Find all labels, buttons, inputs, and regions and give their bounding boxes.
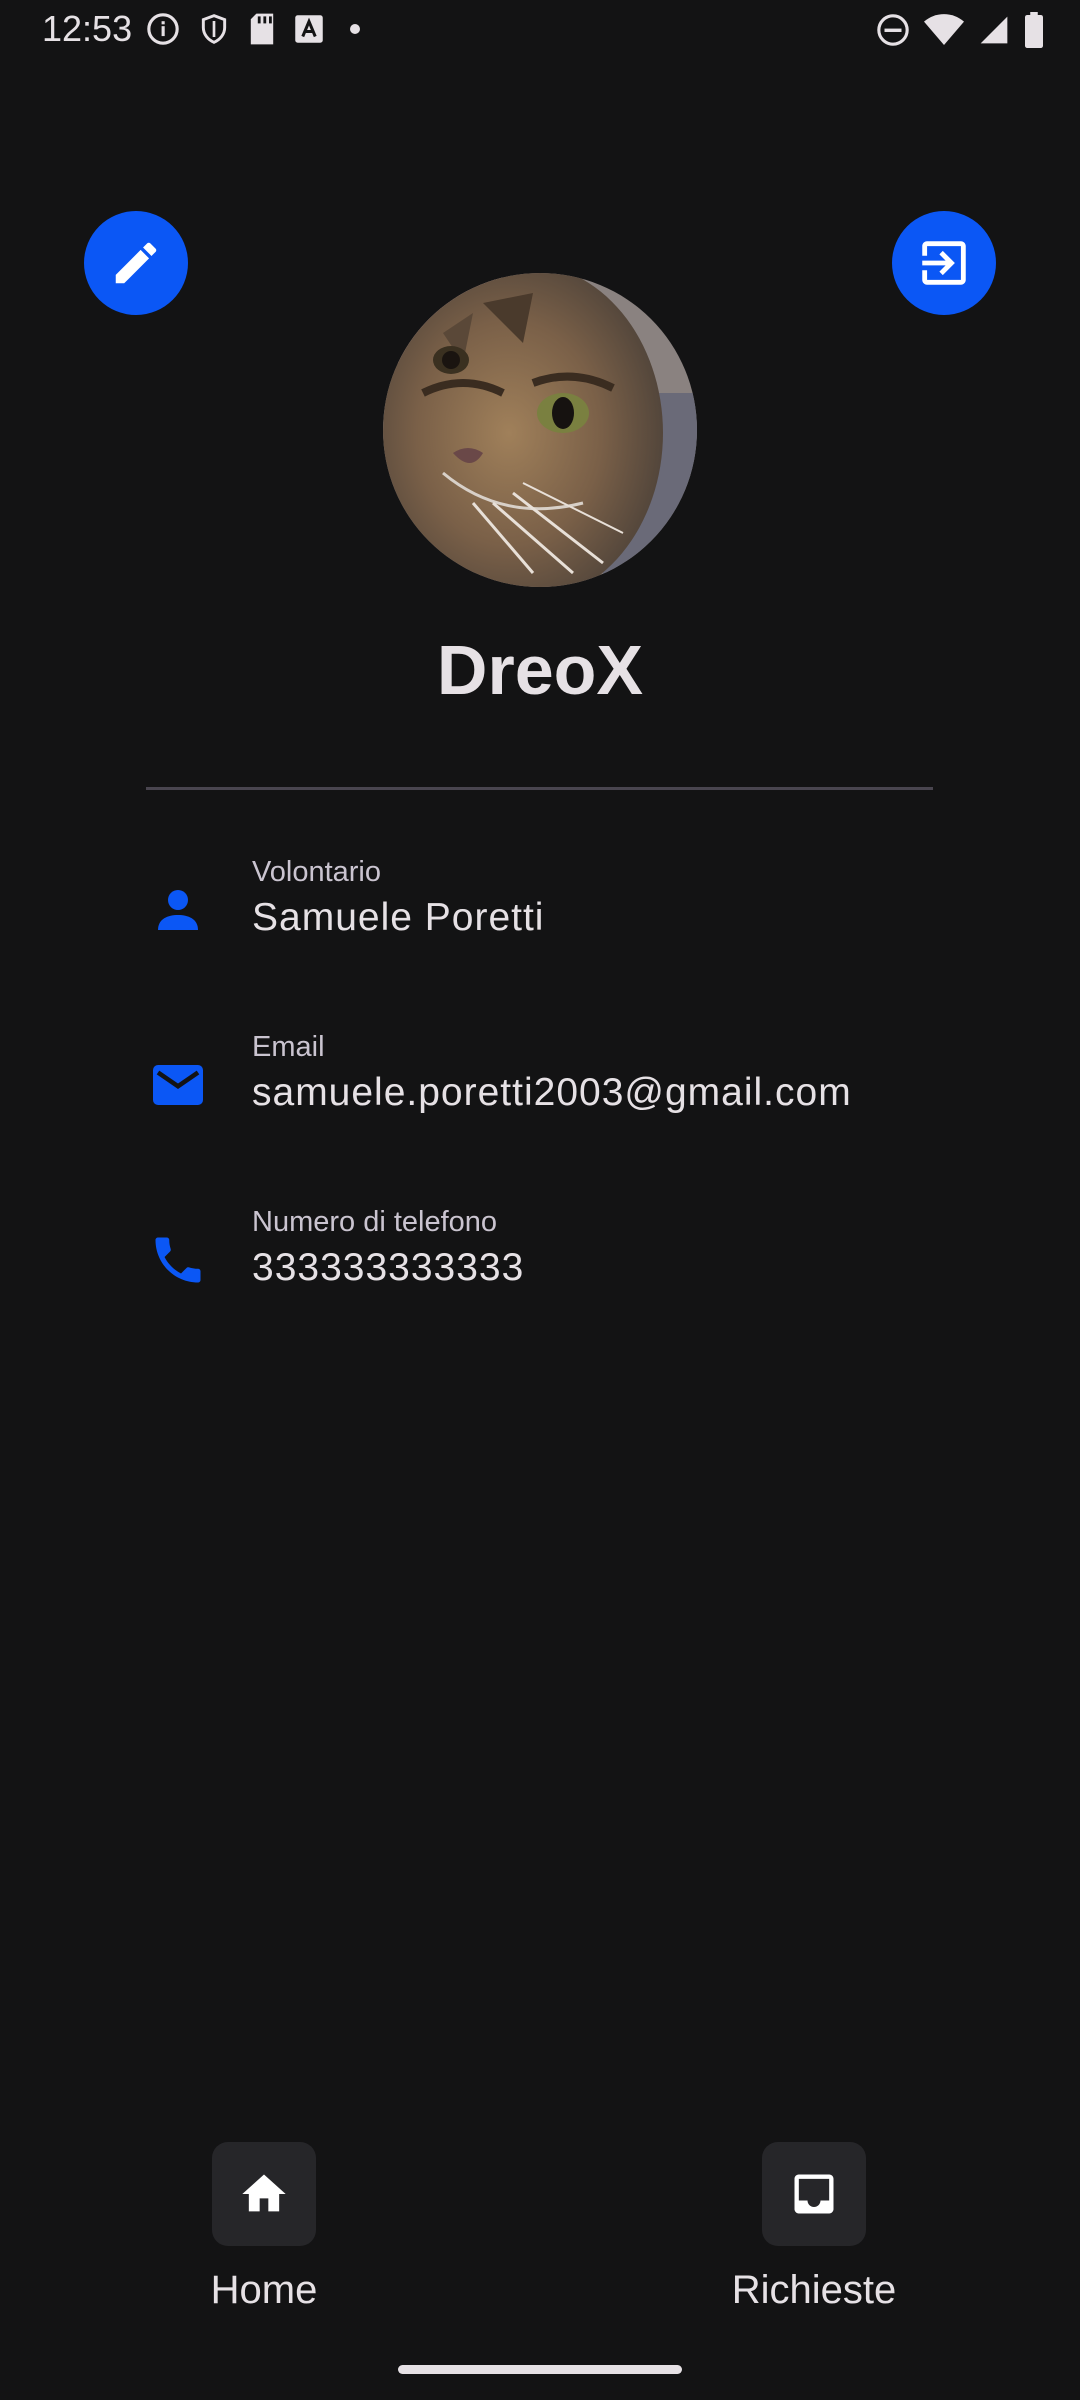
- home-icon: [242, 2174, 286, 2212]
- exit-icon: [922, 241, 966, 285]
- nav-icon-container: [212, 2142, 316, 2246]
- pencil-icon: [115, 242, 157, 284]
- nav-label: Richieste: [731, 2268, 897, 2312]
- info-value: 333333333333: [252, 1246, 525, 1289]
- info-value: Samuele Poretti: [252, 896, 545, 939]
- cell-signal-icon: [980, 16, 1008, 44]
- profile-username: DreoX: [436, 631, 644, 709]
- status-time: 12:53: [42, 8, 133, 49]
- info-row-email: Email samuele.poretti2003@gmail.com: [0, 1031, 1080, 1161]
- cat-photo: [383, 273, 697, 587]
- logout-button[interactable]: [892, 211, 996, 315]
- divider: [146, 787, 933, 790]
- gesture-bar[interactable]: [398, 2365, 682, 2374]
- font-icon: [295, 15, 323, 43]
- nav-item-home[interactable]: Home: [139, 2142, 389, 2313]
- inbox-icon: [794, 2174, 834, 2214]
- info-label: Email: [252, 1031, 325, 1063]
- info-label: Numero di telefono: [252, 1206, 498, 1238]
- nav-label: Home: [210, 2268, 318, 2312]
- nav-item-richieste[interactable]: Richieste: [689, 2142, 939, 2313]
- edit-profile-button[interactable]: [84, 211, 188, 315]
- sd-card-icon: [250, 13, 274, 45]
- nav-icon-container: [762, 2142, 866, 2246]
- status-bar: 12:53: [0, 0, 1080, 62]
- phone-icon: [155, 1237, 201, 1283]
- battery-icon: [1025, 12, 1043, 48]
- info-row-volunteer: Volontario Samuele Poretti: [0, 856, 1080, 986]
- status-icons-left: [146, 12, 360, 46]
- person-icon: [158, 890, 198, 930]
- mail-icon: [153, 1065, 203, 1105]
- info-icon: [147, 13, 179, 45]
- wifi-icon: [924, 14, 964, 45]
- status-icons-right: [876, 12, 1044, 48]
- info-row-phone: Numero di telefono 333333333333: [0, 1206, 1080, 1336]
- info-label: Volontario: [252, 856, 381, 888]
- do-not-disturb-icon: [877, 14, 909, 46]
- notification-dot: [350, 24, 360, 34]
- profile-avatar: [383, 273, 697, 587]
- info-value: samuele.poretti2003@gmail.com: [252, 1071, 852, 1114]
- shield-icon: [201, 14, 227, 44]
